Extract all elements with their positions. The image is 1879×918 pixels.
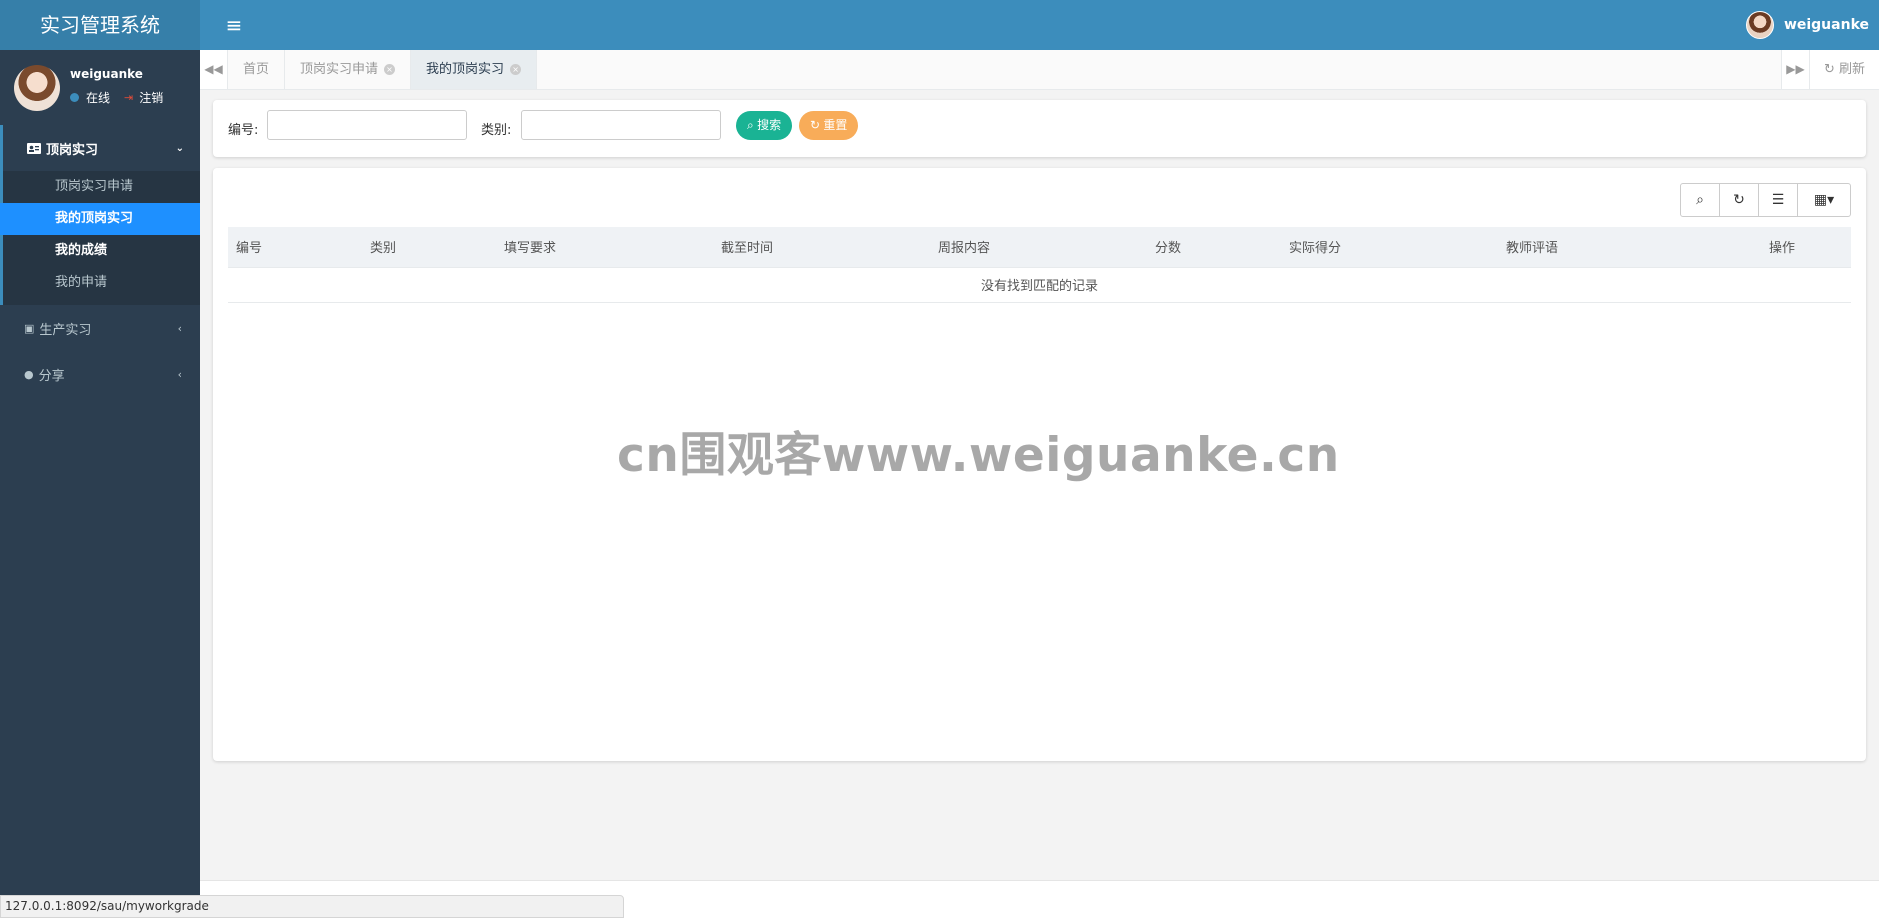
table-header-row: 编号 类别 填写要求 截至时间 周报内容 分数 实际得分 教师评语 操作 bbox=[228, 227, 1851, 268]
col-header-id[interactable]: 编号 bbox=[228, 227, 362, 268]
sidebar-item-my-grades[interactable]: 我的成绩 bbox=[3, 235, 200, 267]
refresh-label: 刷新 bbox=[1839, 62, 1866, 77]
category-input[interactable] bbox=[521, 110, 721, 140]
tabs-bar: ◀◀ 首页 顶岗实习申请 × 我的顶岗实习 × ▶▶ ↻ 刷新 bbox=[200, 50, 1879, 90]
menu-head-dinggang[interactable]: 顶岗实习 ⌄ bbox=[3, 125, 200, 171]
logout-icon[interactable]: ⇥ bbox=[124, 91, 133, 104]
badge-icon: ▣ bbox=[24, 321, 35, 335]
id-input[interactable] bbox=[267, 110, 467, 140]
search-button-label: 搜索 bbox=[757, 118, 782, 132]
user-panel: weiguanke 在线 ⇥ 注销 bbox=[0, 50, 200, 125]
data-table: 编号 类别 填写要求 截至时间 周报内容 分数 实际得分 教师评语 操作 没有找… bbox=[228, 227, 1851, 303]
table-toolbar: ⌕ ↻ ☰ ▦▾ bbox=[1680, 183, 1851, 217]
toggle-view-button[interactable]: ☰ bbox=[1759, 184, 1798, 216]
search-icon: ⌕ bbox=[1696, 192, 1704, 208]
col-header-deadline[interactable]: 截至时间 bbox=[713, 227, 930, 268]
app-logo[interactable]: 实习管理系统 bbox=[0, 0, 200, 50]
user-status: 在线 ⇥ 注销 bbox=[70, 89, 163, 106]
chevron-left-icon: ‹ bbox=[177, 367, 182, 381]
tab-my-internship[interactable]: 我的顶岗实习 × bbox=[411, 50, 538, 89]
toggle-search-button[interactable]: ⌕ bbox=[1681, 184, 1720, 216]
comment-icon: ● bbox=[24, 367, 34, 381]
menu-head-share[interactable]: ● 分享 ‹ bbox=[0, 351, 200, 397]
tab-list: 首页 顶岗实习申请 × 我的顶岗实习 × bbox=[228, 50, 538, 89]
sidebar-menu: 顶岗实习 ⌄ 顶岗实习申请 我的顶岗实习 我的成绩 我的申请 ▣ 生产实习 ‹ … bbox=[0, 125, 200, 397]
search-icon: ⌕ bbox=[747, 118, 754, 132]
top-user-menu[interactable]: weiguanke bbox=[1745, 11, 1869, 39]
menu-head-label: 顶岗实习 bbox=[46, 142, 99, 158]
menu-head-label: 生产实习 bbox=[39, 322, 92, 338]
refresh-icon: ↻ bbox=[1823, 62, 1835, 77]
id-field-label: 编号: bbox=[228, 123, 259, 138]
tab-label: 首页 bbox=[243, 62, 270, 77]
category-field-label: 类别: bbox=[481, 123, 512, 138]
col-header-score[interactable]: 分数 bbox=[1147, 227, 1281, 268]
status-bar-url: 127.0.0.1:8092/sau/myworkgrade bbox=[0, 895, 624, 918]
menu-group-dinggang: 顶岗实习 ⌄ 顶岗实习申请 我的顶岗实习 我的成绩 我的申请 bbox=[0, 125, 200, 305]
top-username: weiguanke bbox=[1783, 17, 1869, 33]
tabs-scroll-right-icon[interactable]: ▶▶ bbox=[1781, 50, 1809, 89]
menu-head-production[interactable]: ▣ 生产实习 ‹ bbox=[0, 305, 200, 351]
tab-apply[interactable]: 顶岗实习申请 × bbox=[285, 50, 412, 89]
reset-button-label: 重置 bbox=[823, 118, 848, 132]
empty-message: 没有找到匹配的记录 bbox=[228, 267, 1851, 303]
hamburger-icon[interactable]: ≡ bbox=[222, 13, 246, 37]
grid-icon: ▦▾ bbox=[1813, 192, 1835, 208]
close-icon[interactable]: × bbox=[510, 64, 522, 75]
col-header-report-content[interactable]: 周报内容 bbox=[930, 227, 1147, 268]
id-card-icon bbox=[27, 142, 41, 154]
col-header-actual-score[interactable]: 实际得分 bbox=[1281, 227, 1498, 268]
col-header-teacher-comment[interactable]: 教师评语 bbox=[1498, 227, 1761, 268]
tab-home[interactable]: 首页 bbox=[228, 50, 286, 89]
logout-link[interactable]: 注销 bbox=[139, 89, 163, 106]
refresh-icon: ↻ bbox=[1733, 192, 1745, 208]
menu-head-label: 分享 bbox=[38, 368, 65, 384]
search-panel: 编号: 类别: ⌕ 搜索 ↻ 重置 bbox=[213, 100, 1866, 157]
table-row: 没有找到匹配的记录 bbox=[228, 267, 1851, 303]
reset-icon: ↻ bbox=[810, 118, 821, 132]
chevron-left-icon: ‹ bbox=[177, 321, 182, 335]
sidebar-username: weiguanke bbox=[70, 67, 143, 81]
col-header-requirement[interactable]: 填写要求 bbox=[496, 227, 713, 268]
tabs-scroll-left-icon[interactable]: ◀◀ bbox=[200, 50, 228, 89]
avatar bbox=[1745, 11, 1774, 39]
tab-label: 顶岗实习申请 bbox=[300, 62, 379, 77]
tab-label: 我的顶岗实习 bbox=[426, 62, 505, 77]
chevron-down-icon: ⌄ bbox=[175, 142, 184, 154]
sidebar: weiguanke 在线 ⇥ 注销 顶岗实习 ⌄ 顶岗实习申请 我的顶岗实习 我… bbox=[0, 50, 200, 918]
sidebar-item-my-applications[interactable]: 我的申请 bbox=[3, 267, 200, 299]
refresh-table-button[interactable]: ↻ bbox=[1720, 184, 1759, 216]
col-header-action[interactable]: 操作 bbox=[1761, 227, 1851, 268]
sidebar-item-apply[interactable]: 顶岗实习申请 bbox=[3, 171, 200, 203]
list-icon: ☰ bbox=[1771, 192, 1785, 208]
avatar bbox=[14, 65, 60, 111]
watermark: cn围观客www.weiguanke.cn bbox=[617, 428, 1340, 483]
reset-button[interactable]: ↻ 重置 bbox=[799, 111, 859, 140]
col-header-category[interactable]: 类别 bbox=[362, 227, 496, 268]
online-dot-icon bbox=[70, 93, 79, 102]
tab-refresh-button[interactable]: ↻ 刷新 bbox=[1809, 50, 1879, 89]
sub-menu-dinggang: 顶岗实习申请 我的顶岗实习 我的成绩 我的申请 bbox=[0, 171, 200, 305]
online-status: 在线 bbox=[86, 91, 111, 105]
search-button[interactable]: ⌕ 搜索 bbox=[736, 111, 793, 140]
sidebar-item-my-internship[interactable]: 我的顶岗实习 bbox=[0, 203, 200, 235]
close-icon[interactable]: × bbox=[384, 64, 396, 75]
top-header: 实习管理系统 ≡ weiguanke bbox=[0, 0, 1879, 50]
columns-button[interactable]: ▦▾ bbox=[1798, 184, 1850, 216]
